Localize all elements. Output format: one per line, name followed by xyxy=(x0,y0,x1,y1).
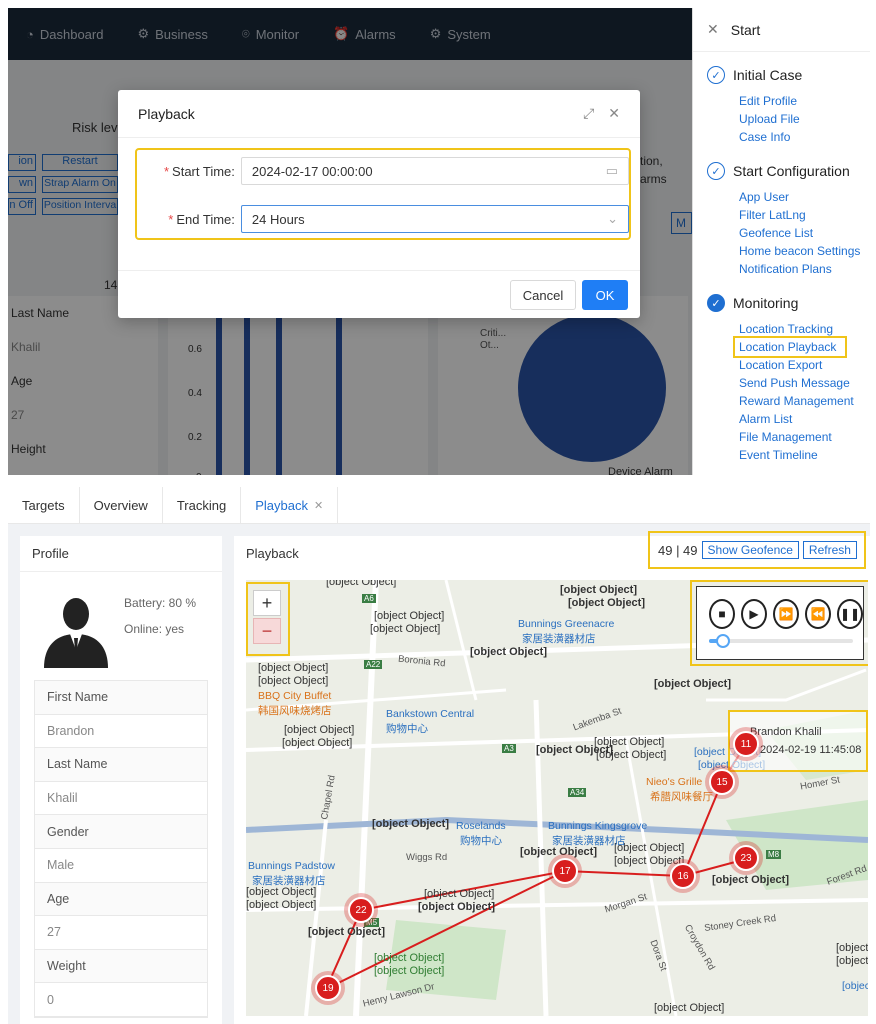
zoom-controls: + − xyxy=(246,582,290,656)
link-send-push-message[interactable]: Send Push Message xyxy=(739,374,870,392)
end-time-label: End Time: xyxy=(176,211,235,227)
time-fields-highlight: * Start Time: 2024-02-17 00:00:00 ▭ * End T… xyxy=(135,148,631,240)
tab-playback[interactable]: Playback ✕ xyxy=(241,487,339,523)
field-label: First Name xyxy=(35,681,207,715)
section-monitoring: Monitoring xyxy=(733,295,799,311)
field-label: Weight xyxy=(35,949,207,984)
link-location-tracking[interactable]: Location Tracking xyxy=(739,320,870,338)
link-location-export[interactable]: Location Export xyxy=(739,356,870,374)
link-reward-management[interactable]: Reward Management xyxy=(739,392,870,410)
link-edit-profile[interactable]: Edit Profile xyxy=(739,92,870,110)
link-alarm-list[interactable]: Alarm List xyxy=(739,410,870,428)
chevron-down-icon[interactable]: ⌄ xyxy=(607,211,618,227)
progress-slider[interactable] xyxy=(709,634,853,648)
side-header: Start xyxy=(730,21,761,38)
tab-bar: Targets Overview Tracking Playback ✕ xyxy=(8,487,870,524)
slider-handle[interactable] xyxy=(716,634,731,648)
field-value: 0 xyxy=(35,983,207,1017)
route-marker[interactable]: 23 xyxy=(733,845,759,871)
field-value: Male xyxy=(35,849,207,883)
route-marker[interactable]: 15 xyxy=(709,769,735,795)
link-file-management[interactable]: File Management xyxy=(739,428,870,446)
field-label: Age xyxy=(35,882,207,917)
expand-icon[interactable]: ⤢ xyxy=(583,105,594,122)
playback-controls: ■ ▶ ⏩ ⏪ ❚❚ xyxy=(690,580,868,666)
rewind-icon[interactable]: ⏪ xyxy=(805,599,831,629)
top-screenshot: ◔ Dashboard ⚙ Business ⌾ Monitor ⏰ Alarms ⚙ S… xyxy=(8,8,870,475)
tab-targets[interactable]: Targets xyxy=(8,487,80,523)
show-geofence-button[interactable]: Show Geofence xyxy=(701,541,799,559)
profile-title: Profile xyxy=(20,536,222,572)
zoom-out-button[interactable]: − xyxy=(253,618,281,644)
pause-icon[interactable]: ❚❚ xyxy=(837,599,863,629)
route-marker[interactable]: 22 xyxy=(348,897,374,923)
field-label: Gender xyxy=(35,815,207,849)
route-marker[interactable]: 17 xyxy=(552,858,578,884)
section-initial-case: Initial Case xyxy=(733,67,803,83)
close-icon[interactable]: ✕ xyxy=(314,499,323,512)
cancel-button[interactable]: Cancel xyxy=(510,280,576,310)
refresh-button[interactable]: Refresh xyxy=(802,541,857,559)
end-time-select[interactable]: 24 Hours ⌄ xyxy=(240,205,629,233)
point-count: 49 | 49 xyxy=(658,542,698,558)
field-value: 27 xyxy=(35,916,207,950)
start-time-input[interactable]: 2024-02-17 00:00:00 ▭ xyxy=(240,157,629,185)
online-label: Online: yes xyxy=(124,622,185,636)
link-notification-plans[interactable]: Notification Plans xyxy=(739,260,870,278)
check-circle-icon: ✓ xyxy=(707,162,725,180)
link-location-playback[interactable]: Location Playback xyxy=(733,336,847,358)
stop-icon[interactable]: ■ xyxy=(709,599,735,629)
route-marker[interactable]: 19 xyxy=(315,975,341,1001)
playback-modal: Playback ⤢ ✕ * Start Time: 2024-02-17 00:… xyxy=(118,90,640,318)
tab-overview[interactable]: Overview xyxy=(80,487,163,523)
bottom-screenshot: Targets Overview Tracking Playback ✕ Prof… xyxy=(8,487,870,1024)
route-marker[interactable]: 11 xyxy=(733,731,759,757)
section-start-configuration: Start Configuration xyxy=(733,163,850,179)
playback-title: Playback xyxy=(246,546,299,561)
zoom-in-button[interactable]: + xyxy=(253,590,281,616)
tab-tracking[interactable]: Tracking xyxy=(163,487,242,523)
playback-toolbar: 49 | 49 Show Geofence Refresh xyxy=(648,531,866,569)
link-event-timeline[interactable]: Event Timeline xyxy=(739,446,870,464)
link-case-info[interactable]: Case Info xyxy=(739,128,870,146)
link-filter-latlng[interactable]: Filter LatLng xyxy=(739,206,870,224)
route-marker[interactable]: 16 xyxy=(670,863,696,889)
field-value: Khalil xyxy=(35,782,207,816)
battery-label: Battery: 80 % xyxy=(124,596,197,610)
modal-title: Playback xyxy=(138,105,195,122)
profile-table: First Name Brandon Last Name Khalil Gend… xyxy=(34,680,208,1018)
close-icon[interactable]: ✕ xyxy=(707,21,719,38)
start-time-label: Start Time: xyxy=(172,163,235,179)
calendar-icon[interactable]: ▭ xyxy=(606,163,618,179)
field-value: Brandon xyxy=(35,715,207,749)
check-circle-icon: ✓ xyxy=(707,294,725,312)
ok-button[interactable]: OK xyxy=(582,280,628,310)
check-circle-icon: ✓ xyxy=(707,66,725,84)
avatar xyxy=(44,598,108,668)
side-panel: ✕ Start ✓ Initial Case Edit Profile Upload… xyxy=(692,8,870,475)
field-label: Last Name xyxy=(35,748,207,782)
play-icon[interactable]: ▶ xyxy=(741,599,767,629)
link-home-beacon-settings[interactable]: Home beacon Settings xyxy=(739,242,870,260)
profile-card: Profile Battery: 80 % Online: yes First … xyxy=(20,536,222,1024)
link-geofence-list[interactable]: Geofence List xyxy=(739,224,870,242)
link-upload-file[interactable]: Upload File xyxy=(739,110,870,128)
link-app-user[interactable]: App User xyxy=(739,188,870,206)
close-icon[interactable]: ✕ xyxy=(608,105,620,122)
tooltip-time: 2024-02-19 11:45:08 xyxy=(760,744,862,756)
fast-forward-icon[interactable]: ⏩ xyxy=(773,599,799,629)
map-view[interactable]: [object Object] [object Object] [object … xyxy=(246,580,868,1016)
tooltip-name: Brandon Khalil xyxy=(750,726,822,738)
